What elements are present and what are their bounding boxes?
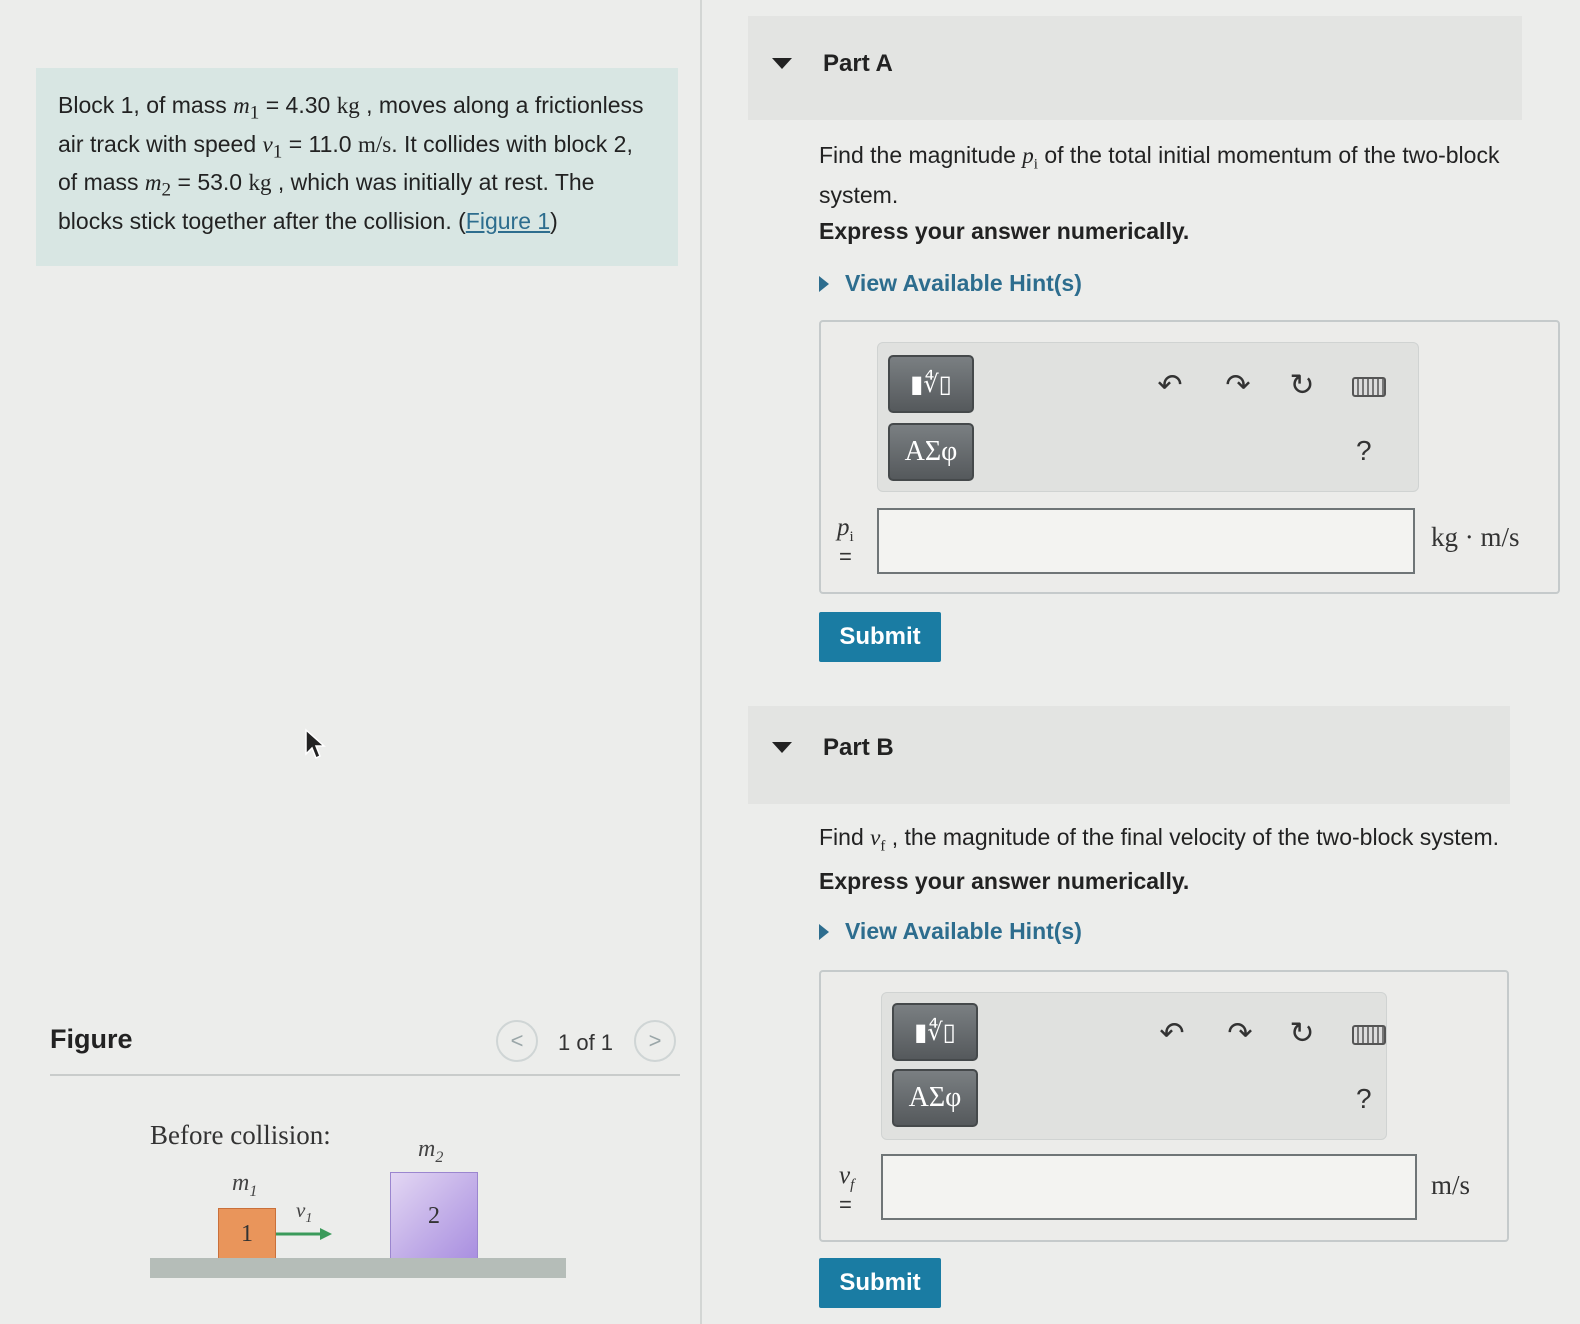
part-b-question-var: v [870, 825, 881, 850]
part-b-question-pre: Find [819, 824, 871, 850]
m1-value: = 4.30 [259, 92, 337, 118]
problem-text-1: Block 1, of mass [58, 92, 234, 118]
next-figure-button[interactable]: > [634, 1020, 676, 1062]
part-a-unit: kg · m/s [1431, 522, 1520, 552]
mouse-cursor-icon [305, 728, 326, 760]
part-b-var-symbol: v [839, 1162, 851, 1189]
templates-button[interactable]: ▮∜▯ [892, 1003, 978, 1061]
m2-figure-label: m2 [418, 1136, 443, 1167]
part-a-hint-label: View Available Hint(s) [845, 270, 1082, 296]
part-b-math-toolbar: ▮∜▯ ΑΣφ ↶ ↷ ↻ ? [881, 992, 1387, 1140]
m2-figure-symbol: m [418, 1136, 436, 1162]
chevron-right-icon: > [648, 1028, 662, 1053]
part-b-submit-button[interactable]: Submit [819, 1258, 941, 1308]
m1-figure-label: m1 [232, 1170, 257, 1201]
part-a-header[interactable]: Part A [748, 16, 1522, 120]
keyboard-icon[interactable] [1352, 1025, 1386, 1045]
redo-icon[interactable]: ↷ [1218, 365, 1258, 405]
caret-down-icon [772, 58, 792, 69]
part-b-variable-label: vf [839, 1162, 854, 1194]
keyboard-icon[interactable] [1352, 377, 1386, 397]
part-b-equals: = [839, 1192, 852, 1217]
figure-title: Figure [50, 1024, 133, 1054]
undo-icon[interactable]: ↶ [1150, 365, 1190, 405]
ms-unit: m/s [358, 131, 392, 157]
part-b-header[interactable]: Part B [748, 706, 1510, 804]
part-b-question: Find vf , the magnitude of the final vel… [819, 822, 1539, 862]
v1-figure-symbol: v [296, 1198, 306, 1222]
panel-divider [700, 0, 702, 1324]
velocity-arrow [274, 1228, 332, 1240]
part-b-title: Part B [823, 734, 894, 761]
caret-right-icon [819, 923, 829, 940]
part-b-unit: m/s [1431, 1170, 1471, 1200]
m1-figure-symbol: m [232, 1170, 250, 1196]
figure-pager: 1 of 1 [558, 1030, 614, 1055]
part-b-answer-input[interactable] [881, 1154, 1417, 1220]
m1-symbol: m [233, 93, 250, 118]
reset-icon[interactable]: ↻ [1282, 1013, 1322, 1053]
figure-divider [50, 1074, 680, 1076]
part-a-question-pre: Find the magnitude [819, 142, 1023, 168]
undo-icon[interactable]: ↶ [1152, 1013, 1192, 1053]
air-track [150, 1258, 566, 1278]
reset-icon[interactable]: ↻ [1282, 365, 1322, 405]
prev-figure-button[interactable]: < [496, 1020, 538, 1062]
part-a-instruction: Express your answer numerically. [819, 218, 1190, 244]
part-a-title: Part A [823, 50, 893, 77]
m2-value: = 53.0 [171, 169, 249, 196]
part-b-question-post: , the magnitude of the final velocity of… [885, 824, 1499, 850]
v1-figure-label: v1 [296, 1198, 312, 1227]
part-a-equals: = [839, 544, 852, 569]
m1-subscript: 1 [249, 102, 260, 124]
caret-right-icon [819, 275, 829, 292]
redo-icon[interactable]: ↷ [1220, 1013, 1260, 1053]
before-collision-label: Before collision: [150, 1120, 331, 1150]
chevron-left-icon: < [510, 1028, 524, 1053]
v1-symbol: v [262, 131, 273, 157]
templates-button[interactable]: ▮∜▯ [888, 355, 974, 413]
block-2: 2 [390, 1172, 478, 1260]
part-a-question: Find the magnitude pi of the total initi… [819, 140, 1519, 210]
v1-subscript: 1 [272, 141, 283, 163]
m1-figure-sub: 1 [249, 1182, 258, 1200]
part-a-answer-box: ▮∜▯ ΑΣφ ↶ ↷ ↻ ? pi = kg · m/s [819, 320, 1560, 594]
block-2-number: 2 [428, 1202, 440, 1229]
v1-value: = 11.0 [282, 130, 358, 157]
part-b-instruction: Express your answer numerically. [819, 868, 1190, 894]
problem-text-5: ) [550, 207, 558, 234]
part-b-answer-box: ▮∜▯ ΑΣφ ↶ ↷ ↻ ? vf = m/s [819, 970, 1509, 1242]
figure-link[interactable]: Figure 1 [466, 208, 550, 234]
problem-statement: Block 1, of mass m1 = 4.30 kg , moves al… [36, 68, 678, 266]
help-button[interactable]: ? [1356, 1083, 1372, 1115]
block-1: 1 [218, 1208, 276, 1260]
part-a-answer-input[interactable] [877, 508, 1415, 574]
block-1-number: 1 [241, 1220, 253, 1247]
greek-symbols-button[interactable]: ΑΣφ [892, 1069, 978, 1127]
kg-unit-2: kg [248, 170, 272, 196]
part-a-var-sub: i [849, 529, 854, 545]
caret-down-icon [772, 742, 792, 753]
part-a-math-toolbar: ▮∜▯ ΑΣφ ↶ ↷ ↻ ? [877, 342, 1419, 492]
greek-symbols-button[interactable]: ΑΣφ [888, 423, 974, 481]
m2-symbol: m [144, 170, 162, 196]
help-button[interactable]: ? [1356, 435, 1372, 467]
part-b-hint-label: View Available Hint(s) [845, 918, 1082, 944]
v1-figure-sub: 1 [305, 1211, 313, 1227]
part-a-var-symbol: p [837, 514, 850, 541]
part-a-submit-button[interactable]: Submit [819, 612, 941, 662]
m2-figure-sub: 2 [435, 1148, 444, 1166]
part-a-variable-label: pi [837, 514, 854, 546]
m2-subscript: 2 [161, 179, 172, 201]
part-b-hint-toggle[interactable]: View Available Hint(s) [819, 918, 1082, 945]
kg-unit-1: kg [336, 93, 360, 118]
part-a-question-var: p [1022, 143, 1034, 168]
part-b-var-sub: f [850, 1177, 855, 1193]
part-a-hint-toggle[interactable]: View Available Hint(s) [819, 270, 1082, 297]
